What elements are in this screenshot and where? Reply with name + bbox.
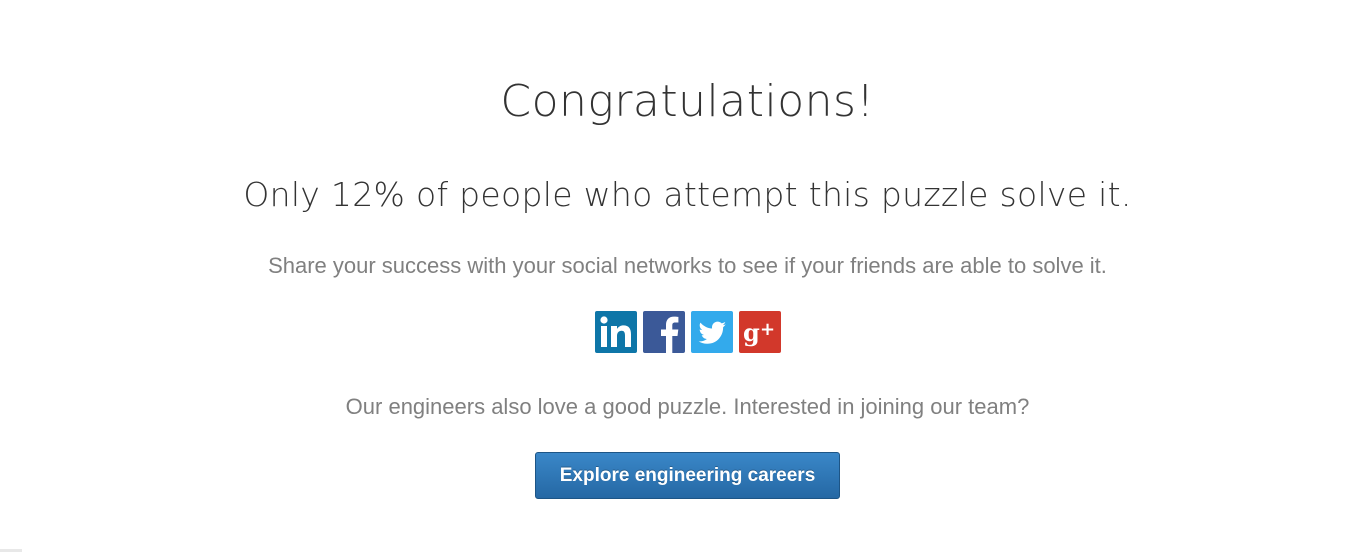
google-plus-share-button[interactable]: g +: [739, 311, 781, 353]
svg-text:+: +: [760, 319, 775, 340]
congratulations-page: Congratulations! Only 12% of people who …: [0, 0, 1345, 552]
explore-careers-button[interactable]: Explore engineering careers: [535, 452, 840, 499]
share-prompt: Share your success with your social netw…: [268, 253, 1107, 278]
facebook-icon: [643, 311, 685, 353]
success-rate-message: Only 12% of people who attempt this puzz…: [243, 175, 1132, 214]
social-share-buttons: g +: [595, 311, 781, 353]
facebook-share-button[interactable]: [643, 311, 685, 353]
linkedin-share-button[interactable]: [595, 311, 637, 353]
careers-prompt: Our engineers also love a good puzzle. I…: [345, 394, 1030, 419]
twitter-share-button[interactable]: [691, 311, 733, 353]
page-title: Congratulations!: [500, 76, 875, 127]
svg-text:g: g: [743, 318, 760, 347]
twitter-icon: [691, 311, 733, 353]
google-plus-icon: g +: [739, 311, 781, 353]
linkedin-icon: [595, 311, 637, 353]
